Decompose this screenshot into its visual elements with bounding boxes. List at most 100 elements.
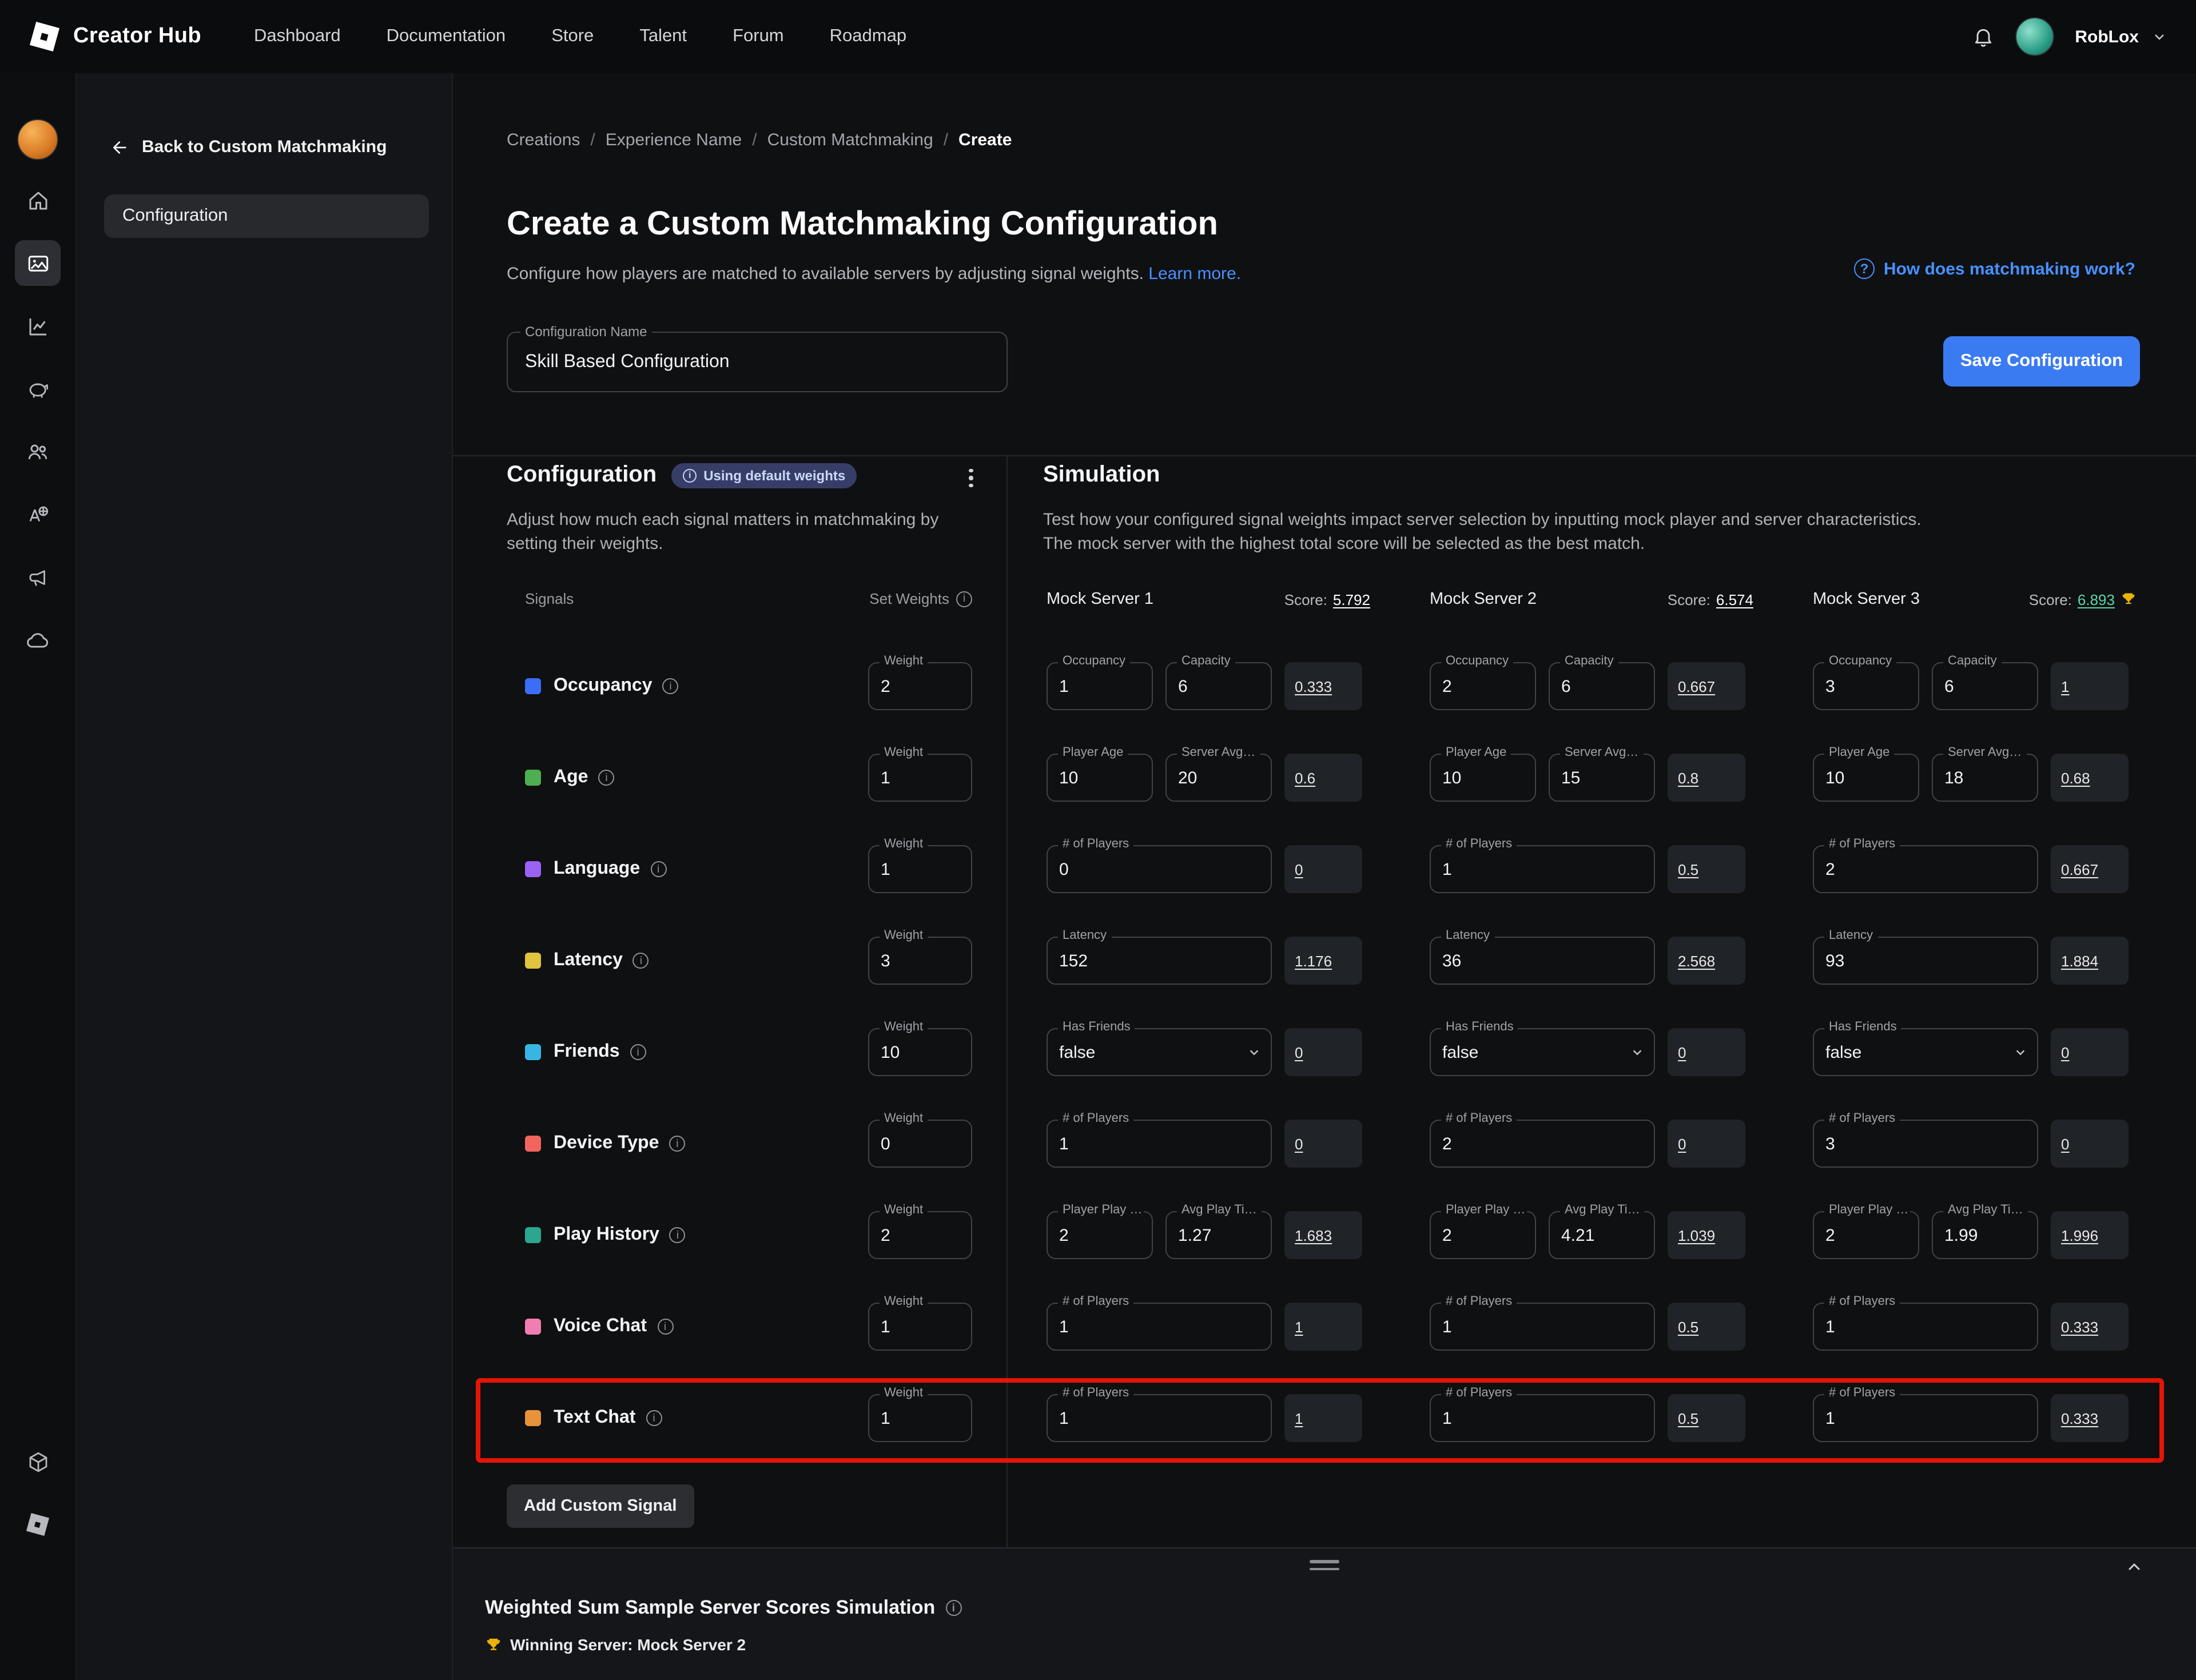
username[interactable]: RobLox — [2075, 27, 2139, 46]
field-input-of-players[interactable] — [1431, 1304, 1654, 1349]
signal-score[interactable]: 1.884 — [2051, 937, 2129, 985]
signal-score[interactable]: 0.5 — [1668, 1394, 1745, 1442]
input-field-player-play[interactable]: Player Play … — [1047, 1211, 1153, 1259]
field-input-weight[interactable] — [869, 938, 971, 984]
input-field-of-players[interactable]: # of Players — [1430, 1394, 1655, 1442]
server-score-value[interactable]: 6.893 — [2078, 591, 2115, 608]
input-field-capacity[interactable]: Capacity — [1932, 662, 2038, 710]
studio-icon[interactable] — [15, 1502, 61, 1547]
signal-score[interactable]: 2.568 — [1668, 937, 1745, 985]
signal-score[interactable]: 0.333 — [1284, 662, 1362, 710]
configuration-name-field[interactable]: Configuration Name — [507, 332, 1008, 392]
field-input-occupancy[interactable] — [1048, 663, 1152, 709]
signal-score[interactable]: 0 — [2051, 1028, 2129, 1076]
input-field-of-players[interactable]: # of Players — [1047, 845, 1272, 893]
home-icon[interactable] — [15, 177, 61, 223]
breadcrumb-experience-name[interactable]: Experience Name — [606, 130, 742, 150]
signal-score[interactable]: 0.8 — [1668, 754, 1745, 802]
field-input-player-play[interactable] — [1814, 1212, 1918, 1258]
nav-link-store[interactable]: Store — [551, 26, 594, 47]
input-field-weight[interactable]: Weight — [868, 845, 972, 893]
input-field-player-age[interactable]: Player Age — [1047, 754, 1153, 802]
sidebar-item-configuration[interactable]: Configuration — [104, 194, 429, 238]
input-field-weight[interactable]: Weight — [868, 1028, 972, 1076]
field-input-of-players[interactable] — [1048, 1395, 1271, 1441]
server-score-value[interactable]: 6.574 — [1716, 591, 1753, 608]
signal-score[interactable]: 1.996 — [2051, 1211, 2129, 1259]
field-input-occupancy[interactable] — [1431, 663, 1535, 709]
input-field-weight[interactable]: Weight — [868, 937, 972, 985]
breadcrumb-creations[interactable]: Creations — [507, 130, 580, 150]
field-input-player-play[interactable] — [1431, 1212, 1535, 1258]
info-icon[interactable]: i — [598, 770, 614, 786]
input-field-server-avg[interactable]: Server Avg… — [1932, 754, 2038, 802]
input-field-of-players[interactable]: # of Players — [1047, 1303, 1272, 1351]
field-input-weight[interactable] — [869, 1121, 971, 1167]
info-icon[interactable]: i — [630, 1044, 646, 1060]
input-field-weight[interactable]: Weight — [868, 1394, 972, 1442]
field-input-player-age[interactable] — [1814, 755, 1918, 801]
creations-icon[interactable] — [15, 240, 61, 286]
signal-score[interactable]: 0.5 — [1668, 1303, 1745, 1351]
input-field-of-players[interactable]: # of Players — [1047, 1394, 1272, 1442]
field-input-of-players[interactable] — [1431, 1395, 1654, 1441]
nav-link-talent[interactable]: Talent — [639, 26, 687, 47]
input-field-of-players[interactable]: # of Players — [1047, 1120, 1272, 1168]
input-field-of-players[interactable]: # of Players — [1813, 1303, 2038, 1351]
field-input-has-friends[interactable] — [1814, 1029, 2037, 1075]
info-icon[interactable]: i — [956, 591, 972, 607]
input-field-player-age[interactable]: Player Age — [1430, 754, 1536, 802]
input-field-avg-play-ti[interactable]: Avg Play Ti… — [1932, 1211, 2038, 1259]
input-field-player-play[interactable]: Player Play … — [1813, 1211, 1919, 1259]
analytics-icon[interactable] — [15, 303, 61, 349]
save-configuration-button[interactable]: Save Configuration — [1943, 336, 2140, 387]
breadcrumb-custom-matchmaking[interactable]: Custom Matchmaking — [767, 130, 933, 150]
add-custom-signal-button[interactable]: Add Custom Signal — [507, 1484, 694, 1528]
input-field-latency[interactable]: Latency — [1813, 937, 2038, 985]
signal-score[interactable]: 0.333 — [2051, 1303, 2129, 1351]
field-input-of-players[interactable] — [1814, 1121, 2037, 1167]
field-input-has-friends[interactable] — [1431, 1029, 1654, 1075]
signal-score[interactable]: 1.683 — [1284, 1211, 1362, 1259]
input-field-player-age[interactable]: Player Age — [1813, 754, 1919, 802]
drag-handle[interactable] — [1310, 1560, 1339, 1570]
field-input-player-age[interactable] — [1431, 755, 1535, 801]
field-input-of-players[interactable] — [1048, 1304, 1271, 1349]
field-input-weight[interactable] — [869, 663, 971, 709]
field-input-avg-play-ti[interactable] — [1933, 1212, 2037, 1258]
input-field-server-avg[interactable]: Server Avg… — [1165, 754, 1272, 802]
field-input-capacity[interactable] — [1550, 663, 1654, 709]
info-icon[interactable]: i — [663, 678, 679, 694]
toolbox-icon[interactable] — [15, 1439, 61, 1484]
field-input-weight[interactable] — [869, 846, 971, 892]
configuration-name-input[interactable] — [508, 333, 1006, 391]
field-input-of-players[interactable] — [1814, 1395, 2037, 1441]
bell-icon[interactable] — [1972, 25, 1995, 48]
signal-score[interactable]: 0.6 — [1284, 754, 1362, 802]
field-input-of-players[interactable] — [1048, 1121, 1271, 1167]
matchmaking-help-link[interactable]: ? How does matchmaking work? — [1854, 258, 2135, 279]
field-input-of-players[interactable] — [1814, 846, 2037, 892]
field-input-has-friends[interactable] — [1048, 1029, 1271, 1075]
info-icon[interactable]: i — [670, 1227, 686, 1243]
input-field-of-players[interactable]: # of Players — [1430, 1120, 1655, 1168]
input-field-occupancy[interactable]: Occupancy — [1813, 662, 1919, 710]
input-field-capacity[interactable]: Capacity — [1165, 662, 1272, 710]
signal-score[interactable]: 1 — [1284, 1303, 1362, 1351]
field-input-occupancy[interactable] — [1814, 663, 1918, 709]
more-options-button[interactable] — [956, 463, 986, 493]
input-field-server-avg[interactable]: Server Avg… — [1549, 754, 1655, 802]
input-field-capacity[interactable]: Capacity — [1549, 662, 1655, 710]
field-input-capacity[interactable] — [1167, 663, 1271, 709]
info-icon[interactable]: i — [633, 953, 649, 969]
info-icon[interactable]: i — [650, 861, 666, 877]
field-input-of-players[interactable] — [1431, 846, 1654, 892]
info-icon[interactable]: i — [646, 1410, 662, 1426]
input-field-weight[interactable]: Weight — [868, 754, 972, 802]
input-field-latency[interactable]: Latency — [1430, 937, 1655, 985]
localization-icon[interactable] — [15, 492, 61, 538]
input-field-player-play[interactable]: Player Play … — [1430, 1211, 1536, 1259]
input-field-latency[interactable]: Latency — [1047, 937, 1272, 985]
monetization-icon[interactable] — [15, 366, 61, 412]
field-input-capacity[interactable] — [1933, 663, 2037, 709]
